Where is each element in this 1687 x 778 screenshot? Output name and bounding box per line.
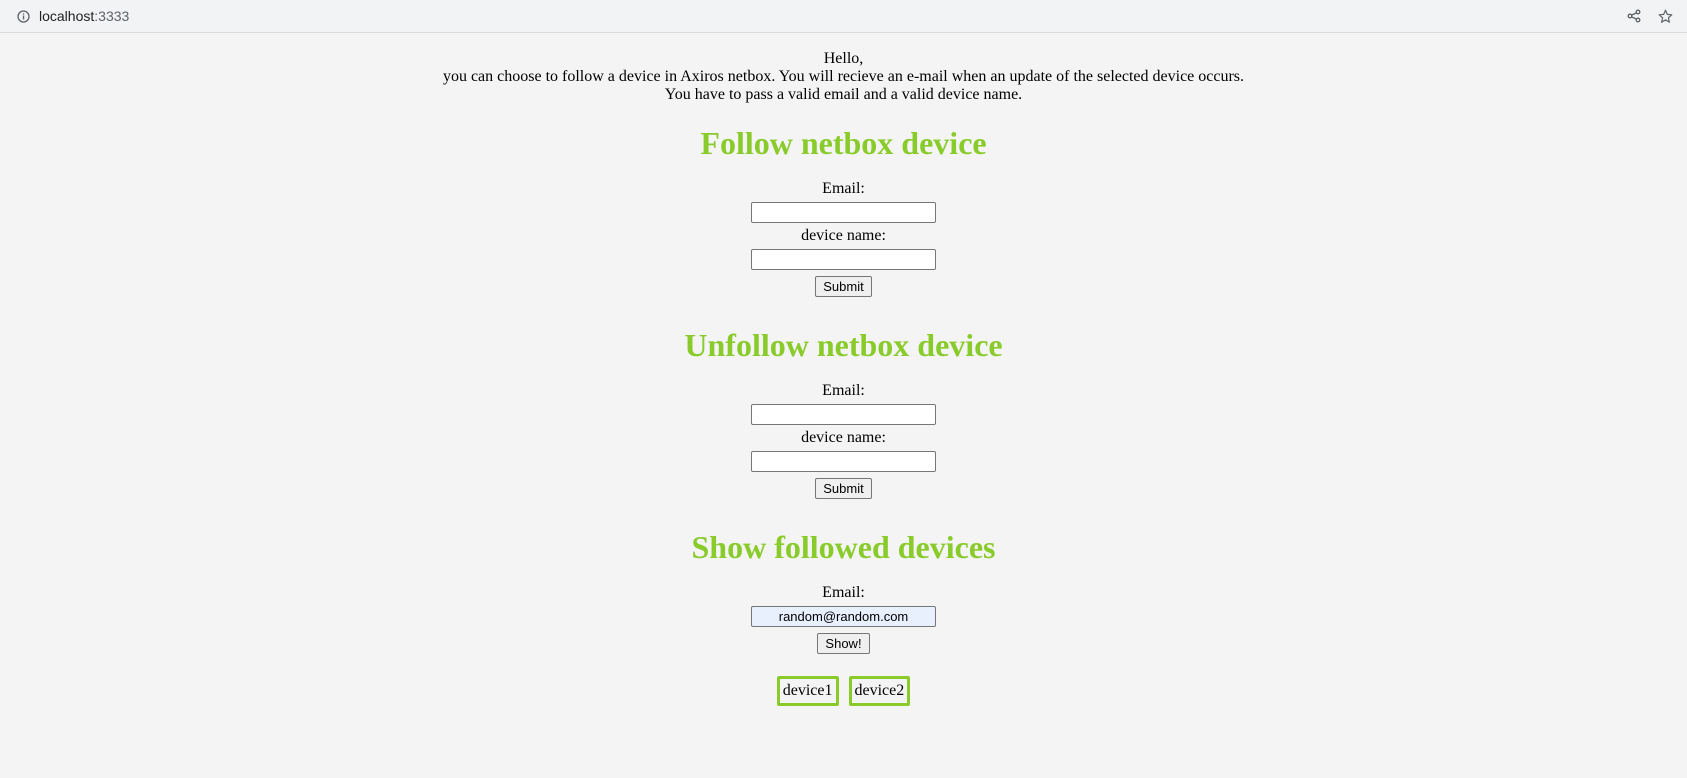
share-icon[interactable] [1627, 9, 1641, 23]
device-tag: device2 [848, 676, 911, 706]
intro-greeting: Hello, [823, 50, 864, 67]
unfollow-submit-button[interactable]: Submit [815, 478, 872, 499]
show-email-label: Email: [822, 584, 865, 601]
follow-heading: Follow netbox device [700, 125, 987, 161]
show-form: Email: Show! [0, 584, 1687, 654]
url-text[interactable]: localhost:3333 [39, 8, 129, 24]
browser-actions [1627, 0, 1673, 32]
unfollow-form: Email: device name: Submit [0, 382, 1687, 499]
unfollow-email-label: Email: [822, 382, 865, 399]
follow-submit-button[interactable]: Submit [815, 276, 872, 297]
url-port: :3333 [94, 8, 130, 24]
device-tag: device1 [776, 676, 839, 706]
intro-text: Hello, you can choose to follow a device… [0, 50, 1687, 104]
follow-device-label: device name: [801, 227, 886, 244]
info-icon[interactable] [17, 9, 30, 23]
unfollow-device-input[interactable] [751, 451, 936, 472]
follow-device-input[interactable] [751, 249, 936, 270]
show-button[interactable]: Show! [817, 633, 870, 654]
url-host: localhost [39, 8, 95, 24]
unfollow-email-input[interactable] [751, 404, 936, 425]
unfollow-device-label: device name: [801, 429, 886, 446]
browser-address-bar: localhost:3333 [0, 0, 1687, 33]
follow-form: Email: device name: Submit [0, 180, 1687, 297]
unfollow-heading: Unfollow netbox device [684, 327, 1003, 363]
follow-email-input[interactable] [751, 202, 936, 223]
star-icon[interactable] [1658, 9, 1673, 24]
followed-devices-list: device1 device2 [0, 676, 1687, 706]
show-heading: Show followed devices [691, 529, 996, 565]
show-email-input[interactable] [751, 606, 936, 627]
intro-instructions: You have to pass a valid email and a val… [664, 86, 1023, 103]
intro-description: you can choose to follow a device in Axi… [442, 68, 1245, 85]
follow-email-label: Email: [822, 180, 865, 197]
page-content: Hello, you can choose to follow a device… [0, 50, 1687, 706]
